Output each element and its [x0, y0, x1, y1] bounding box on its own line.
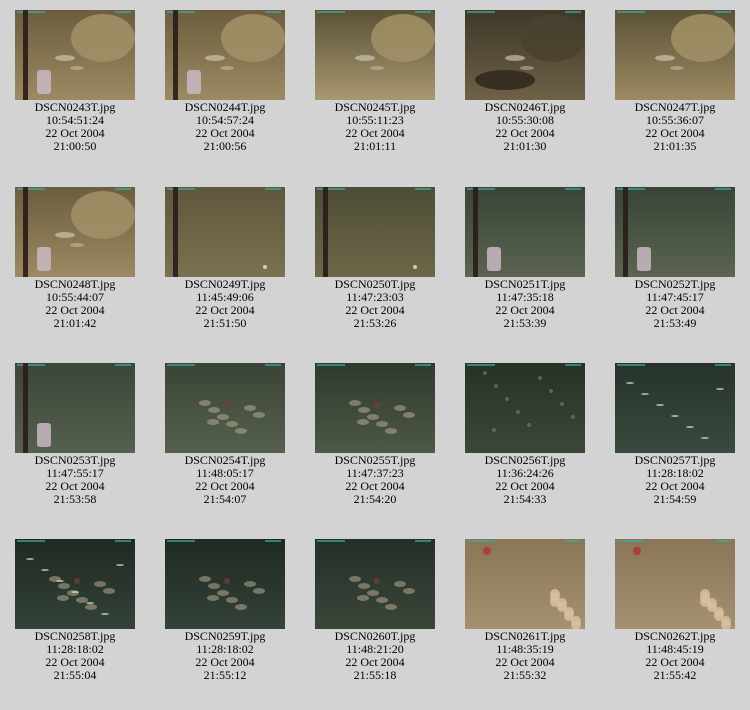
time-label: 21:01:42 — [53, 316, 97, 330]
thumbnail-caption: DSCN0257T.jpg 11:28:18:02 22 Oct 2004 21:54… — [600, 454, 750, 506]
thumbnail-image[interactable] — [315, 187, 435, 277]
time-label: 21:55:32 — [503, 668, 547, 682]
time-label: 21:54:59 — [653, 492, 697, 506]
thumbnail-cell[interactable]: DSCN0250T.jpg 11:47:23:03 22 Oct 2004 21:53… — [300, 187, 450, 330]
thumbnail-image[interactable] — [615, 363, 735, 453]
time-label: 21:55:04 — [53, 668, 97, 682]
thumbnail-image[interactable] — [315, 539, 435, 629]
time-label: 21:55:18 — [353, 668, 397, 682]
thumbnail-image[interactable] — [165, 187, 285, 277]
thumbnail-cell[interactable]: DSCN0258T.jpg 11:28:18:02 22 Oct 2004 21:55… — [0, 539, 150, 682]
time-label: 21:55:42 — [653, 668, 697, 682]
thumbnail-image[interactable] — [615, 10, 735, 100]
thumbnail-caption: DSCN0245T.jpg 10:55:11:23 22 Oct 2004 21:01… — [300, 101, 450, 153]
thumbnail-image[interactable] — [315, 10, 435, 100]
thumbnail-cell[interactable]: DSCN0249T.jpg 11:45:49:06 22 Oct 2004 21:51… — [150, 187, 300, 330]
time-label: 21:00:50 — [53, 139, 97, 153]
thumbnail-caption: DSCN0249T.jpg 11:45:49:06 22 Oct 2004 21:51… — [150, 278, 300, 330]
thumbnail-cell[interactable]: DSCN0262T.jpg 11:48:45:19 22 Oct 2004 21:55… — [600, 539, 750, 682]
thumbnail-caption: DSCN0250T.jpg 11:47:23:03 22 Oct 2004 21:53… — [300, 278, 450, 330]
thumbnail-cell[interactable]: DSCN0256T.jpg 11:36:24:26 22 Oct 2004 21:54… — [450, 363, 600, 506]
thumbnail-cell[interactable]: DSCN0244T.jpg 10:54:57:24 22 Oct 2004 21:00… — [150, 10, 300, 153]
thumbnail-caption: DSCN0258T.jpg 11:28:18:02 22 Oct 2004 21:55… — [0, 630, 150, 682]
thumbnail-caption: DSCN0247T.jpg 10:55:36:07 22 Oct 2004 21:01… — [600, 101, 750, 153]
time-label: 21:01:35 — [653, 139, 697, 153]
time-label: 21:51:50 — [203, 316, 247, 330]
thumbnail-caption: DSCN0251T.jpg 11:47:35:18 22 Oct 2004 21:53… — [450, 278, 600, 330]
thumbnail-caption: DSCN0261T.jpg 11:48:35:19 22 Oct 2004 21:55… — [450, 630, 600, 682]
thumbnail-image[interactable] — [465, 363, 585, 453]
time-label: 21:53:49 — [653, 316, 697, 330]
thumbnail-caption: DSCN0260T.jpg 11:48:21:20 22 Oct 2004 21:55… — [300, 630, 450, 682]
thumbnail-caption: DSCN0244T.jpg 10:54:57:24 22 Oct 2004 21:00… — [150, 101, 300, 153]
thumbnail-cell[interactable]: DSCN0261T.jpg 11:48:35:19 22 Oct 2004 21:55… — [450, 539, 600, 682]
time-label: 21:54:33 — [503, 492, 547, 506]
thumbnail-image[interactable] — [165, 363, 285, 453]
thumbnail-image[interactable] — [15, 539, 135, 629]
thumbnail-caption: DSCN0256T.jpg 11:36:24:26 22 Oct 2004 21:54… — [450, 454, 600, 506]
thumbnail-cell[interactable]: DSCN0246T.jpg 10:55:30:08 22 Oct 2004 21:01… — [450, 10, 600, 153]
time-label: 21:01:11 — [353, 139, 397, 153]
thumbnail-cell[interactable]: DSCN0243T.jpg 10:54:51:24 22 Oct 2004 21:00… — [0, 10, 150, 153]
thumbnail-cell[interactable]: DSCN0255T.jpg 11:47:37:23 22 Oct 2004 21:54… — [300, 363, 450, 506]
time-label: 21:00:56 — [203, 139, 247, 153]
time-label: 21:01:30 — [503, 139, 547, 153]
time-label: 21:54:07 — [203, 492, 247, 506]
time-label: 21:53:26 — [353, 316, 397, 330]
thumbnail-image[interactable] — [165, 10, 285, 100]
thumbnail-caption: DSCN0248T.jpg 10:55:44:07 22 Oct 2004 21:01… — [0, 278, 150, 330]
thumbnail-image[interactable] — [15, 363, 135, 453]
time-label: 21:55:12 — [203, 668, 247, 682]
thumbnail-image[interactable] — [165, 539, 285, 629]
thumbnail-cell[interactable]: DSCN0260T.jpg 11:48:21:20 22 Oct 2004 21:55… — [300, 539, 450, 682]
thumbnail-caption: DSCN0252T.jpg 11:47:45:17 22 Oct 2004 21:53… — [600, 278, 750, 330]
thumbnail-caption: DSCN0253T.jpg 11:47:55:17 22 Oct 2004 21:53… — [0, 454, 150, 506]
thumbnail-caption: DSCN0243T.jpg 10:54:51:24 22 Oct 2004 21:00… — [0, 101, 150, 153]
thumbnail-cell[interactable]: DSCN0254T.jpg 11:48:05:17 22 Oct 2004 21:54… — [150, 363, 300, 506]
thumbnail-image[interactable] — [15, 187, 135, 277]
thumbnail-cell[interactable]: DSCN0247T.jpg 10:55:36:07 22 Oct 2004 21:01… — [600, 10, 750, 153]
time-label: 21:53:39 — [503, 316, 547, 330]
thumbnail-caption: DSCN0259T.jpg 11:28:18:02 22 Oct 2004 21:55… — [150, 630, 300, 682]
time-label: 21:53:58 — [53, 492, 97, 506]
thumbnail-image[interactable] — [15, 10, 135, 100]
thumbnail-image[interactable] — [465, 10, 585, 100]
thumbnail-image[interactable] — [615, 539, 735, 629]
thumbnail-gallery: DSCN0243T.jpg 10:54:51:24 22 Oct 2004 21:00… — [0, 0, 750, 710]
thumbnail-cell[interactable]: DSCN0259T.jpg 11:28:18:02 22 Oct 2004 21:55… — [150, 539, 300, 682]
thumbnail-caption: DSCN0246T.jpg 10:55:30:08 22 Oct 2004 21:01… — [450, 101, 600, 153]
thumbnail-caption: DSCN0254T.jpg 11:48:05:17 22 Oct 2004 21:54… — [150, 454, 300, 506]
thumbnail-caption: DSCN0262T.jpg 11:48:45:19 22 Oct 2004 21:55… — [600, 630, 750, 682]
thumbnail-cell[interactable]: DSCN0257T.jpg 11:28:18:02 22 Oct 2004 21:54… — [600, 363, 750, 506]
time-label: 21:54:20 — [353, 492, 397, 506]
thumbnail-image[interactable] — [615, 187, 735, 277]
thumbnail-image[interactable] — [465, 539, 585, 629]
thumbnail-image[interactable] — [315, 363, 435, 453]
thumbnail-cell[interactable]: DSCN0248T.jpg 10:55:44:07 22 Oct 2004 21:01… — [0, 187, 150, 330]
thumbnail-caption: DSCN0255T.jpg 11:47:37:23 22 Oct 2004 21:54… — [300, 454, 450, 506]
thumbnail-cell[interactable]: DSCN0252T.jpg 11:47:45:17 22 Oct 2004 21:53… — [600, 187, 750, 330]
thumbnail-cell[interactable]: DSCN0251T.jpg 11:47:35:18 22 Oct 2004 21:53… — [450, 187, 600, 330]
thumbnail-cell[interactable]: DSCN0245T.jpg 10:55:11:23 22 Oct 2004 21:01… — [300, 10, 450, 153]
thumbnail-image[interactable] — [465, 187, 585, 277]
thumbnail-cell[interactable]: DSCN0253T.jpg 11:47:55:17 22 Oct 2004 21:53… — [0, 363, 150, 506]
